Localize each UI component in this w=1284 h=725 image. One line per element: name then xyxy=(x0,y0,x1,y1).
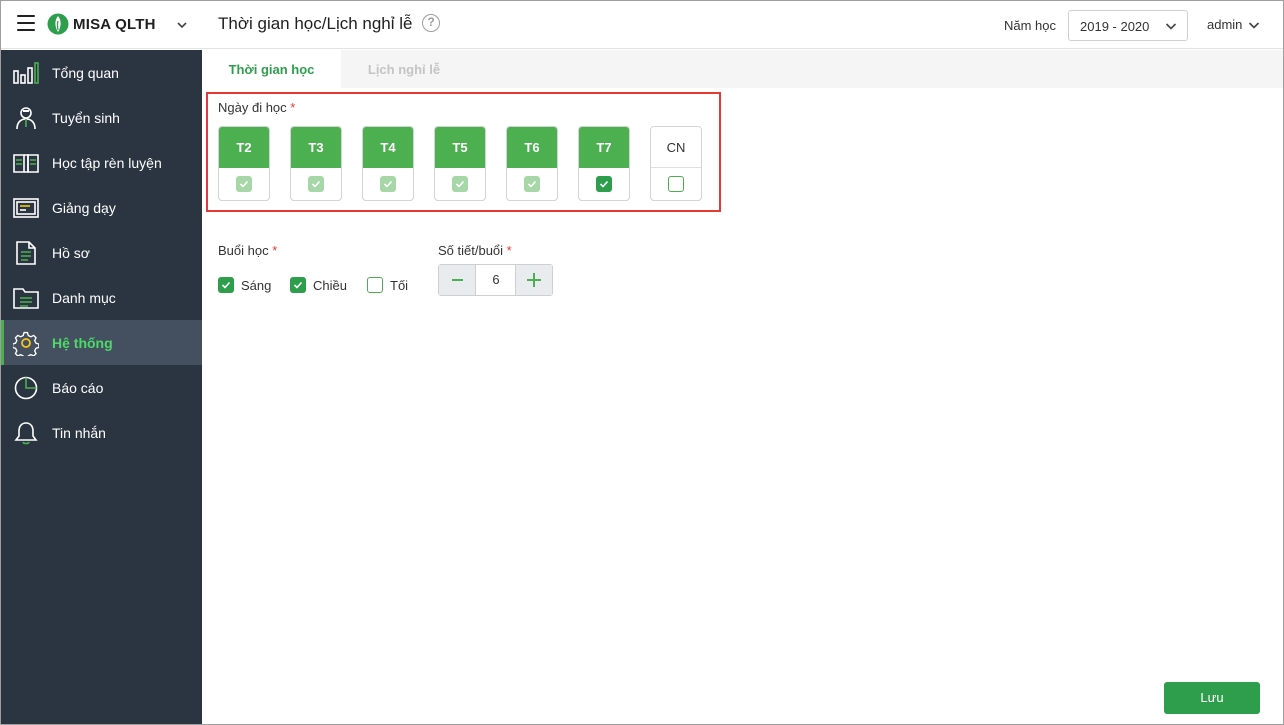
sidebar-item-label: Tổng quan xyxy=(52,64,119,81)
save-button[interactable]: Lưu xyxy=(1164,682,1260,714)
day-toggle-t4[interactable]: T4 xyxy=(362,126,414,201)
school-year-label: Năm học xyxy=(1004,18,1057,33)
app-window: MISA QLTH Thời gian học/Lịch nghỉ lễ ? N… xyxy=(0,0,1284,725)
day-toggle-t3[interactable]: T3 xyxy=(290,126,342,201)
sessions-label: Buổi học * xyxy=(218,243,277,258)
sidebar-item-danh-muc[interactable]: Danh mục xyxy=(1,275,202,320)
document-icon xyxy=(13,240,39,266)
sidebar-item-hoc-tap[interactable]: Học tập rèn luyện xyxy=(1,140,202,185)
decrement-button[interactable] xyxy=(439,265,476,295)
day-toggle-t7[interactable]: T7 xyxy=(578,126,630,201)
session-checkbox-chieu[interactable]: Chiều xyxy=(290,277,347,293)
book-icon xyxy=(13,150,39,176)
gear-icon xyxy=(13,330,39,356)
day-label: CN xyxy=(651,127,701,168)
user-chevron-down-icon[interactable] xyxy=(1248,20,1260,30)
sidebar-item-bao-cao[interactable]: Báo cáo xyxy=(1,365,202,410)
checkbox-icon[interactable] xyxy=(596,176,612,192)
sidebar-item-label: Giảng dạy xyxy=(52,199,116,216)
day-label: T5 xyxy=(435,127,485,168)
sidebar-item-label: Hệ thống xyxy=(52,334,113,351)
board-icon xyxy=(13,195,39,221)
day-label: T2 xyxy=(219,127,269,168)
chart-icon xyxy=(13,60,39,86)
tab-bar: Thời gian học Lịch nghỉ lễ xyxy=(202,50,1283,88)
sidebar-item-label: Tuyển sinh xyxy=(52,109,120,126)
day-label: T7 xyxy=(579,127,629,168)
checkbox-icon[interactable] xyxy=(308,176,324,192)
sidebar-item-label: Hồ sơ xyxy=(52,244,90,261)
day-toggle-t6[interactable]: T6 xyxy=(506,126,558,201)
school-year-value: 2019 - 2020 xyxy=(1080,19,1150,34)
checkbox-icon[interactable] xyxy=(290,277,306,293)
sidebar-item-label: Tin nhắn xyxy=(52,424,106,441)
sidebar-item-he-thong[interactable]: Hệ thống xyxy=(1,320,202,365)
sessions-label-text: Buổi học xyxy=(218,243,269,258)
periods-label: Số tiết/buổi * xyxy=(438,243,512,258)
checkbox-icon[interactable] xyxy=(668,176,684,192)
day-toggle-cn[interactable]: CN xyxy=(650,126,702,201)
session-checkbox-toi[interactable]: Tối xyxy=(367,277,408,293)
checkbox-icon[interactable] xyxy=(236,176,252,192)
checkbox-icon[interactable] xyxy=(524,176,540,192)
bell-icon xyxy=(13,420,39,446)
day-toggle-t5[interactable]: T5 xyxy=(434,126,486,201)
school-year-select[interactable]: 2019 - 2020 xyxy=(1068,10,1188,41)
app-chevron-down-icon[interactable] xyxy=(175,18,189,32)
checkbox-label: Tối xyxy=(390,277,409,293)
required-mark: * xyxy=(272,243,278,258)
sidebar-item-tuyen-sinh[interactable]: Tuyển sinh xyxy=(1,95,202,140)
sidebar-item-tong-quan[interactable]: Tổng quan xyxy=(1,50,202,95)
user-menu[interactable]: admin xyxy=(1207,17,1242,32)
sidebar-item-ho-so[interactable]: Hồ sơ xyxy=(1,230,202,275)
day-label: T3 xyxy=(291,127,341,168)
required-mark: * xyxy=(290,100,296,115)
misa-logo-icon xyxy=(47,13,69,35)
checkbox-label: Sáng xyxy=(241,277,272,293)
app-name: MISA QLTH xyxy=(73,16,156,33)
sidebar-item-giang-day[interactable]: Giảng dạy xyxy=(1,185,202,230)
help-icon[interactable]: ? xyxy=(422,14,440,32)
periods-label-text: Số tiết/buổi xyxy=(438,243,504,258)
checkbox-icon[interactable] xyxy=(452,176,468,192)
tab-thoi-gian-hoc[interactable]: Thời gian học xyxy=(202,50,341,88)
chevron-down-icon xyxy=(1165,23,1177,30)
folder-icon xyxy=(13,285,39,311)
day-toggle-t2[interactable]: T2 xyxy=(218,126,270,201)
sidebar-item-tin-nhan[interactable]: Tin nhắn xyxy=(1,410,202,455)
page-title: Thời gian học/Lịch nghỉ lễ xyxy=(218,14,413,33)
day-label: T6 xyxy=(507,127,557,168)
pie-chart-icon xyxy=(13,375,39,401)
day-label: T4 xyxy=(363,127,413,168)
sidebar-item-label: Danh mục xyxy=(52,289,116,306)
periods-value[interactable]: 6 xyxy=(476,272,516,287)
checkbox-icon[interactable] xyxy=(380,176,396,192)
sidebar-item-label: Học tập rèn luyện xyxy=(52,154,162,171)
session-checkbox-sang[interactable]: Sáng xyxy=(218,277,271,293)
required-mark: * xyxy=(506,243,512,258)
student-icon xyxy=(13,105,39,131)
checkbox-icon[interactable] xyxy=(218,277,234,293)
school-days-label-text: Ngày đi học xyxy=(218,100,287,115)
tab-lich-nghi-le[interactable]: Lịch nghỉ lễ xyxy=(341,50,467,88)
periods-stepper: 6 xyxy=(438,264,553,296)
checkbox-label: Chiều xyxy=(313,277,347,293)
school-days-label: Ngày đi học * xyxy=(218,100,295,115)
sidebar-item-label: Báo cáo xyxy=(52,379,104,396)
sidebar: Tổng quan Tuyển sinh Học tập rèn luyện G… xyxy=(1,50,202,724)
checkbox-icon[interactable] xyxy=(367,277,383,293)
top-header: MISA QLTH Thời gian học/Lịch nghỉ lễ ? N… xyxy=(1,1,1283,49)
menu-icon[interactable] xyxy=(17,15,35,33)
increment-button[interactable] xyxy=(515,265,552,295)
